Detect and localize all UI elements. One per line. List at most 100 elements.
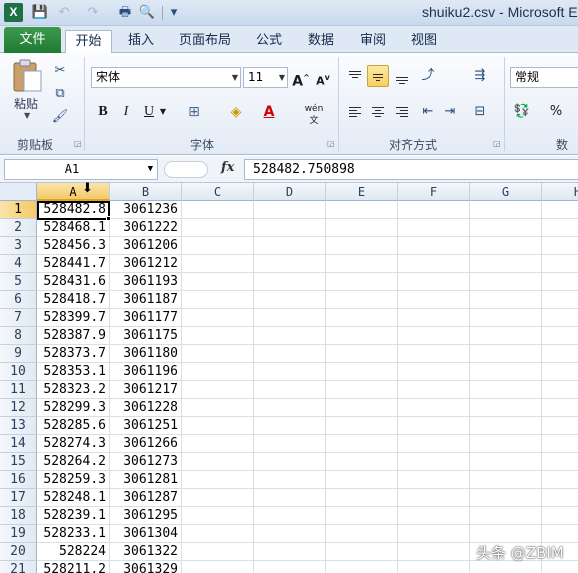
row-header[interactable]: 3 <box>0 237 37 255</box>
clipboard-launcher-icon[interactable]: ◲ <box>74 139 82 148</box>
font-name-select[interactable]: 宋体 ▼ <box>91 67 241 88</box>
excel-app-icon[interactable]: X <box>4 3 23 22</box>
insert-function-icon[interactable]: fx <box>221 160 234 175</box>
decrease-indent-icon[interactable]: ⇤ <box>418 102 438 122</box>
cell-b[interactable]: 3061175 <box>110 327 182 345</box>
align-center-button[interactable] <box>367 101 389 123</box>
cell-b[interactable]: 3061251 <box>110 417 182 435</box>
border-icon[interactable]: ⊞ <box>184 101 204 123</box>
cell-a[interactable]: 528248.1 <box>37 489 110 507</box>
cell-a[interactable]: 528239.1 <box>37 507 110 525</box>
shrink-font-button[interactable]: Av <box>314 67 332 89</box>
save-icon[interactable]: 💾 <box>31 4 49 22</box>
row-header[interactable]: 8 <box>0 327 37 345</box>
cell-b[interactable]: 3061236 <box>110 201 182 219</box>
cell-a[interactable]: 528323.2 <box>37 381 110 399</box>
row-header[interactable]: 13 <box>0 417 37 435</box>
cell-b[interactable]: 3061287 <box>110 489 182 507</box>
wrap-text-icon[interactable]: ⇶ <box>470 66 490 86</box>
cell-b[interactable]: 3061222 <box>110 219 182 237</box>
align-bottom-button[interactable] <box>391 65 413 87</box>
cell-a[interactable]: 528441.7 <box>37 255 110 273</box>
cell-b[interactable]: 3061206 <box>110 237 182 255</box>
cell-b[interactable]: 3061266 <box>110 435 182 453</box>
row-header[interactable]: 15 <box>0 453 37 471</box>
tab-review[interactable]: 审阅 <box>356 30 390 53</box>
font-size-select[interactable]: 11 ▼ <box>243 67 288 88</box>
customize-quick-access-icon[interactable]: ▾ <box>165 4 183 22</box>
paste-dropdown-icon[interactable]: ▼ <box>24 111 30 120</box>
cell-b[interactable]: 3061177 <box>110 309 182 327</box>
cell-b[interactable]: 3061281 <box>110 471 182 489</box>
row-header[interactable]: 10 <box>0 363 37 381</box>
row-header[interactable]: 21 <box>0 561 37 573</box>
column-header-f[interactable]: F <box>398 183 470 201</box>
cell-a[interactable]: 528285.6 <box>37 417 110 435</box>
row-header[interactable]: 2 <box>0 219 37 237</box>
worksheet-grid[interactable]: A B C D E F G H 1 528482.8 3061236 2 528468.1 3061222… <box>0 183 578 573</box>
column-header-e[interactable]: E <box>326 183 398 201</box>
increase-indent-icon[interactable]: ⇥ <box>440 102 460 122</box>
tab-page-layout[interactable]: 页面布局 <box>175 30 235 53</box>
undo-icon[interactable]: ↶ <box>55 4 73 22</box>
grow-font-button[interactable]: A^ <box>292 67 310 90</box>
fill-handle[interactable] <box>106 216 111 221</box>
cell-b[interactable]: 3061304 <box>110 525 182 543</box>
column-header-a[interactable]: A <box>37 183 110 201</box>
column-header-b[interactable]: B <box>110 183 182 201</box>
cell-b[interactable]: 3061295 <box>110 507 182 525</box>
cell-b[interactable]: 3061228 <box>110 399 182 417</box>
align-left-button[interactable] <box>344 101 366 123</box>
row-header[interactable]: 16 <box>0 471 37 489</box>
bold-button[interactable]: B <box>94 101 112 123</box>
cell-a[interactable]: 528373.7 <box>37 345 110 363</box>
font-launcher-icon[interactable]: ◲ <box>327 139 335 148</box>
cell-b[interactable]: 3061329 <box>110 561 182 573</box>
cell-a[interactable]: 528259.3 <box>37 471 110 489</box>
column-header-h[interactable]: H <box>542 183 578 201</box>
formula-input[interactable]: 528482.750898 <box>244 159 578 180</box>
cell-a[interactable]: 528353.1 <box>37 363 110 381</box>
tab-insert[interactable]: 插入 <box>122 30 160 53</box>
cell-a[interactable]: 528224 <box>37 543 110 561</box>
row-header[interactable]: 14 <box>0 435 37 453</box>
tab-file[interactable]: 文件 <box>4 27 61 53</box>
cell-b[interactable]: 3061187 <box>110 291 182 309</box>
number-format-select[interactable]: 常规 <box>510 67 578 88</box>
redo-icon[interactable]: ↷ <box>84 4 102 22</box>
underline-button[interactable]: U <box>140 101 158 123</box>
cell-a[interactable]: 528468.1 <box>37 219 110 237</box>
row-header[interactable]: 20 <box>0 543 37 561</box>
row-header[interactable]: 19 <box>0 525 37 543</box>
row-header[interactable]: 12 <box>0 399 37 417</box>
cut-icon[interactable]: ✂ <box>50 61 70 81</box>
fill-color-icon[interactable]: ◈ <box>226 101 246 123</box>
font-color-icon[interactable]: A <box>259 101 279 123</box>
row-header[interactable]: 6 <box>0 291 37 309</box>
alignment-launcher-icon[interactable]: ◲ <box>493 139 501 148</box>
cell-b[interactable]: 3061273 <box>110 453 182 471</box>
row-header[interactable]: 7 <box>0 309 37 327</box>
align-right-button[interactable] <box>391 101 413 123</box>
tab-formulas[interactable]: 公式 <box>252 30 286 53</box>
print-icon[interactable]: 🖶 <box>116 4 134 22</box>
row-header[interactable]: 17 <box>0 489 37 507</box>
tab-home[interactable]: 开始 <box>65 30 112 54</box>
row-header[interactable]: 5 <box>0 273 37 291</box>
cell-b[interactable]: 3061322 <box>110 543 182 561</box>
paste-button[interactable]: 粘贴 <box>14 95 38 112</box>
copy-icon[interactable]: ⧉ <box>50 84 70 104</box>
column-header-c[interactable]: C <box>182 183 254 201</box>
row-header[interactable]: 1 <box>0 201 37 219</box>
phonetic-guide-button[interactable]: wén 文 <box>302 103 326 126</box>
select-all-button[interactable] <box>0 183 37 201</box>
print-preview-icon[interactable]: 🔍 <box>138 4 156 22</box>
chevron-down-icon[interactable]: ▼ <box>148 160 153 179</box>
cell-b[interactable]: 3061196 <box>110 363 182 381</box>
cell-a[interactable]: 528387.9 <box>37 327 110 345</box>
align-top-button[interactable] <box>344 65 366 87</box>
paste-icon[interactable] <box>11 59 43 93</box>
cell-a[interactable]: 528274.3 <box>37 435 110 453</box>
accounting-format-icon[interactable]: 💱 <box>512 102 532 122</box>
merge-center-icon[interactable]: ⊟ <box>470 102 490 122</box>
